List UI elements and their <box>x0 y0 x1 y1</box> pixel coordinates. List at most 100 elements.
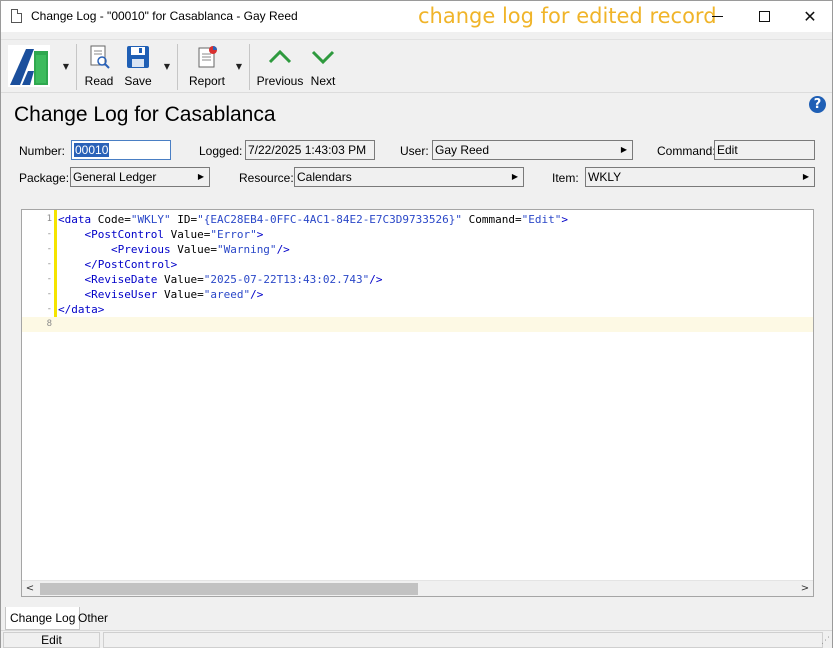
chevron-up-icon <box>268 49 292 64</box>
code-token: Value= <box>170 243 217 256</box>
code-token: <Previous <box>110 243 171 256</box>
command-value: Edit <box>717 143 738 157</box>
code-token: > <box>256 228 264 241</box>
code-text: </data> <box>58 302 104 317</box>
item-value: WKLY <box>588 170 622 184</box>
report-label: Report <box>188 74 226 88</box>
title-bar: Change Log - "00010" for Casablanca - Ga… <box>1 1 832 32</box>
code-line[interactable]: 8 <box>22 317 813 332</box>
line-number: - <box>46 229 52 239</box>
logged-field: 7/22/2025 1:43:03 PM <box>245 140 375 160</box>
logo-dropdown-icon[interactable]: ▼ <box>61 62 71 72</box>
toolbar-separator <box>76 44 77 90</box>
annotation-caption: change log for edited record <box>418 4 717 28</box>
code-token: "WKLY" <box>130 213 171 226</box>
number-label: Number: <box>19 144 66 158</box>
code-line[interactable]: - </data> <box>22 302 813 317</box>
read-icon <box>90 45 110 69</box>
read-label: Read <box>84 74 114 88</box>
line-number: - <box>46 289 52 299</box>
line-number: - <box>46 274 52 284</box>
user-label: User: <box>400 144 429 158</box>
chevron-right-icon[interactable]: ▶ <box>803 168 809 186</box>
line-number: 8 <box>46 319 52 329</box>
xml-editor[interactable]: 1 <data Code="WKLY" ID="{EAC28EB4-0FFC-4A… <box>21 209 814 597</box>
window-title: Change Log - "00010" for Casablanca - Ga… <box>31 9 298 23</box>
code-line[interactable]: - </PostControl> <box>22 257 813 272</box>
scroll-right-icon[interactable]: > <box>797 581 813 596</box>
code-line[interactable]: 1 <data Code="WKLY" ID="{EAC28EB4-0FFC-4A… <box>22 212 813 227</box>
save-icon <box>127 46 149 68</box>
code-text: <PostControl Value="Error"> <box>58 227 264 242</box>
package-field[interactable]: General Ledger ▶ <box>70 167 210 187</box>
minimize-button[interactable] <box>694 1 740 32</box>
code-token: "2025-07-22T13:43:02.743" <box>203 273 370 286</box>
horizontal-scrollbar[interactable]: < > <box>22 580 813 596</box>
code-token: "areed" <box>203 288 251 301</box>
code-token: <data <box>58 213 92 226</box>
report-button[interactable]: Report <box>188 44 226 90</box>
tab-other[interactable]: Other <box>74 607 112 629</box>
tab-change-log[interactable]: Change Log <box>5 607 81 630</box>
next-label: Next <box>310 74 336 88</box>
maximize-button[interactable] <box>741 1 787 32</box>
code-token: <PostControl <box>84 228 164 241</box>
chevron-right-icon[interactable]: ▶ <box>512 168 518 186</box>
code-token: <ReviseUser <box>84 288 158 301</box>
scroll-left-icon[interactable]: < <box>22 581 38 596</box>
code-text: </PostControl> <box>58 257 178 272</box>
minimize-icon <box>711 16 723 17</box>
document-icon <box>11 9 22 23</box>
code-text: <data Code="WKLY" ID="{EAC28EB4-0FFC-4AC… <box>58 212 568 227</box>
code-line[interactable]: - <ReviseDate Value="2025-07-22T13:43:02… <box>22 272 813 287</box>
app-logo-icon[interactable] <box>8 45 50 87</box>
code-token: /> <box>250 288 264 301</box>
read-button[interactable]: Read <box>85 44 113 90</box>
user-field[interactable]: Gay Reed ▶ <box>432 140 633 160</box>
bottom-tabs: Change Log Other <box>1 607 832 630</box>
code-token: > <box>561 213 569 226</box>
previous-button[interactable]: Previous <box>257 44 303 90</box>
number-value: 00010 <box>74 143 110 157</box>
scroll-thumb[interactable] <box>40 583 418 595</box>
close-button[interactable]: ✕ <box>787 1 833 32</box>
maximize-icon <box>758 11 770 22</box>
chevron-right-icon[interactable]: ▶ <box>621 141 627 159</box>
code-token: </PostControl> <box>84 258 178 271</box>
code-token: Value= <box>157 273 204 286</box>
user-value: Gay Reed <box>435 143 490 157</box>
command-field: Edit <box>714 140 815 160</box>
number-field[interactable]: 00010 <box>71 140 171 160</box>
chevron-right-icon[interactable]: ▶ <box>198 168 204 186</box>
status-bar: Edit ⋰ <box>1 630 832 648</box>
help-icon[interactable]: ? <box>809 96 826 113</box>
code-text: <Previous Value="Warning"/> <box>58 242 290 257</box>
save-label: Save <box>124 74 152 88</box>
code-line[interactable]: - <Previous Value="Warning"/> <box>22 242 813 257</box>
toolbar-separator <box>249 44 250 90</box>
code-token: "{EAC28EB4-0FFC-4AC1-84E2-E7C3D9733526}" <box>197 213 463 226</box>
code-token: Value= <box>163 228 211 241</box>
save-button[interactable]: Save <box>124 44 152 90</box>
code-line[interactable]: - <PostControl Value="Error"> <box>22 227 813 242</box>
resource-field[interactable]: Calendars ▶ <box>294 167 524 187</box>
resize-grip-icon[interactable]: ⋰ <box>821 636 830 646</box>
report-dropdown-icon[interactable]: ▼ <box>234 62 244 72</box>
line-number: - <box>46 259 52 269</box>
logged-value: 7/22/2025 1:43:03 PM <box>248 143 367 157</box>
resource-value: Calendars <box>297 170 352 184</box>
command-label: Command: <box>657 144 716 158</box>
save-dropdown-icon[interactable]: ▼ <box>162 62 172 72</box>
code-token: "Warning" <box>216 243 277 256</box>
item-field[interactable]: WKLY ▶ <box>585 167 815 187</box>
status-panel <box>103 632 823 648</box>
code-line[interactable]: - <ReviseUser Value="areed"/> <box>22 287 813 302</box>
next-button[interactable]: Next <box>309 44 337 90</box>
code-text: <ReviseDate Value="2025-07-22T13:43:02.7… <box>58 272 383 287</box>
page-title: Change Log for Casablanca <box>14 103 276 126</box>
